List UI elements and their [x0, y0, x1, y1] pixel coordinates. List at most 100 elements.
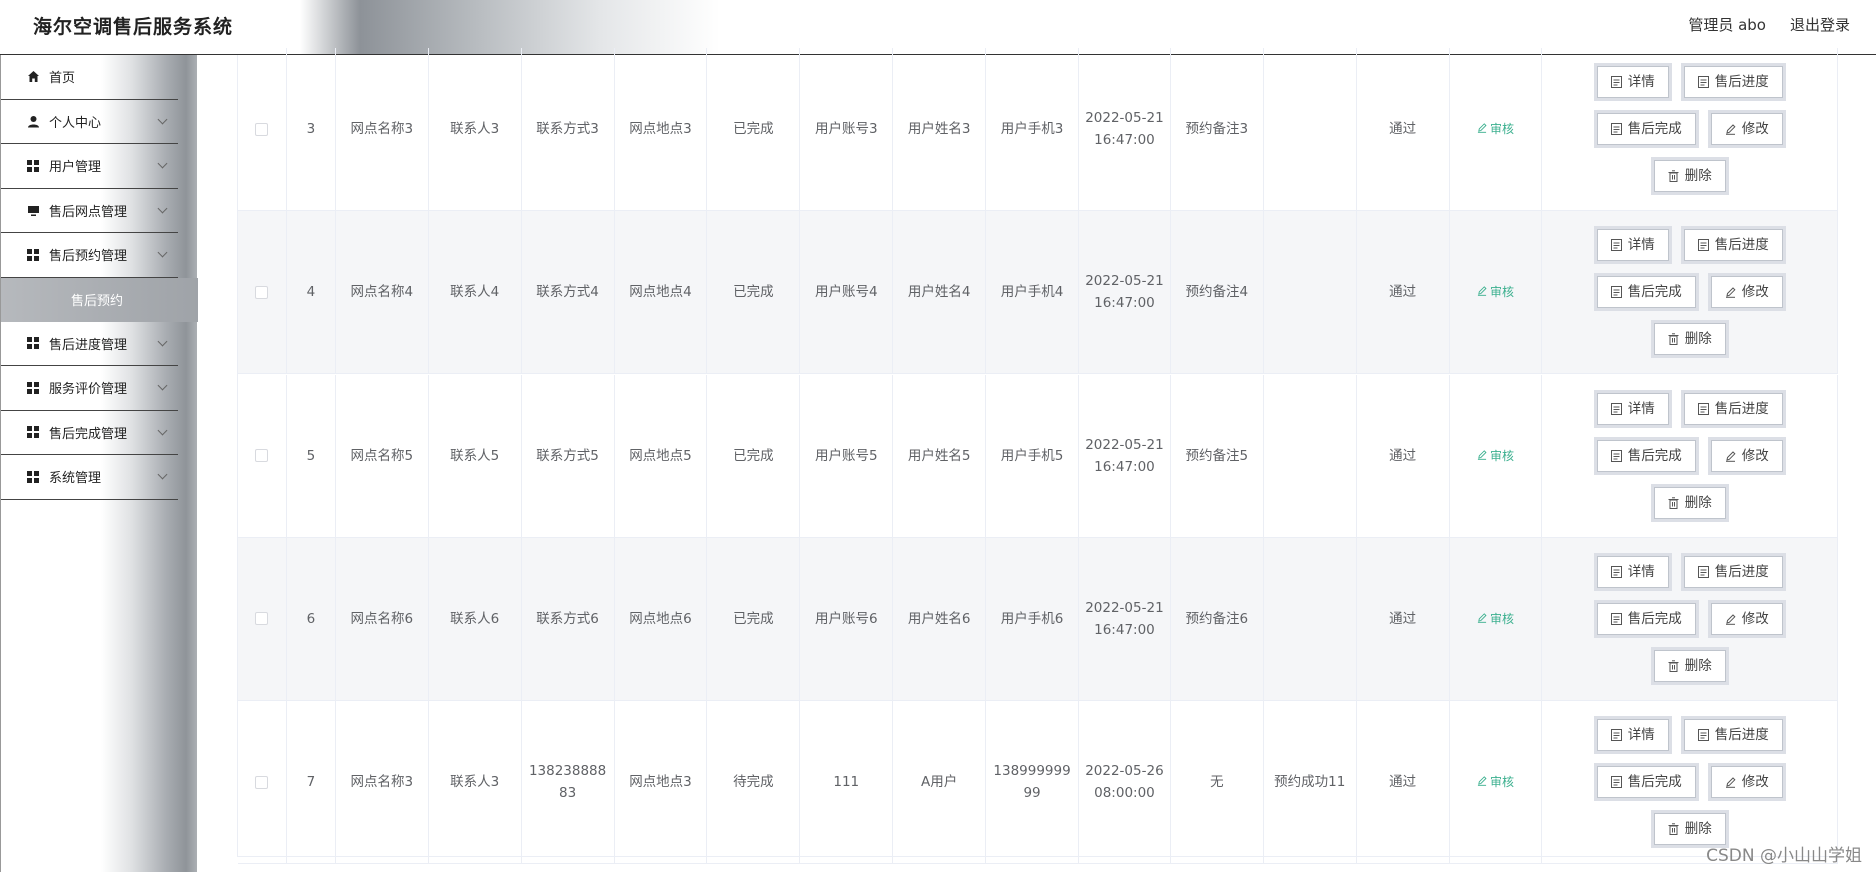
cell-text: 预约备注5 — [1185, 447, 1249, 464]
sidebar-item-completion-management[interactable]: 售后完成管理 — [1, 411, 178, 455]
cell-text: 联系人6 — [450, 610, 500, 627]
cell-outlet-location: 网点地点4 — [615, 211, 708, 374]
edit-button[interactable]: 修改 — [1707, 763, 1786, 802]
delete-button[interactable]: 删除 — [1650, 320, 1729, 359]
sidebar-item-home[interactable]: 首页 — [1, 55, 178, 100]
cell-user-account: 用户账号4 — [800, 211, 894, 374]
complete-button[interactable]: 售后完成 — [1593, 273, 1699, 312]
grid-icon — [26, 336, 40, 350]
complete-button[interactable]: 售后完成 — [1593, 763, 1699, 802]
button-label: 售后完成 — [1627, 284, 1682, 301]
cell-text: 用户手机5 — [1000, 447, 1064, 464]
sidebar-item-appointment-management[interactable]: 售后预约管理 — [1, 233, 178, 278]
review-link[interactable]: 审核 — [1477, 281, 1514, 303]
edit-button[interactable]: 修改 — [1707, 436, 1786, 475]
complete-button[interactable]: 售后完成 — [1593, 599, 1699, 638]
progress-button[interactable]: 售后进度 — [1680, 226, 1786, 265]
progress-button[interactable]: 售后进度 — [1680, 63, 1786, 101]
table-row: 5 网点名称5 联系人5 联系方式5 网点地点5 已完成 用户账号5 用户姓名5 用户手机5 20… — [238, 374, 1839, 538]
review-link[interactable]: 审核 — [1477, 608, 1514, 630]
cell-appointment-time: 2022-05-21 16:47:00 — [1079, 211, 1171, 374]
detail-button[interactable]: 详情 — [1593, 63, 1672, 101]
document-icon — [1610, 612, 1622, 625]
app-title: 海尔空调售后服务系统 — [33, 16, 234, 38]
cell-text: 2022-05-21 16:47:00 — [1085, 273, 1164, 312]
detail-button[interactable]: 详情 — [1593, 552, 1672, 591]
chevron-down-icon — [157, 114, 168, 124]
edit-button[interactable]: 修改 — [1707, 110, 1786, 148]
progress-button[interactable]: 售后进度 — [1680, 389, 1786, 428]
sidebar-item-system-management[interactable]: 系统管理 — [1, 455, 178, 500]
actions-line: 售后完成 修改 — [1593, 273, 1786, 312]
row-checkbox[interactable] — [255, 612, 269, 626]
button-label: 修改 — [1741, 610, 1769, 627]
cell-contact-info: 联系方式6 — [522, 537, 615, 700]
edit-button[interactable]: 修改 — [1707, 599, 1786, 638]
cell-index: 6 — [287, 537, 336, 700]
home-icon — [26, 70, 40, 84]
row-checkbox[interactable] — [255, 285, 269, 299]
cell-text: 2022-05-21 16:47:00 — [1085, 436, 1164, 475]
review-link[interactable]: 审核 — [1477, 118, 1514, 140]
chevron-down-icon — [157, 469, 168, 480]
cell-text: 2022-05-21 16:47:00 — [1085, 110, 1164, 148]
detail-button[interactable]: 详情 — [1593, 389, 1672, 428]
actions-line: 售后完成 修改 — [1593, 436, 1786, 475]
cell-text: 用户手机4 — [1000, 284, 1064, 301]
cell-select — [238, 374, 287, 537]
delete-button[interactable]: 删除 — [1650, 157, 1729, 195]
delete-button[interactable]: 删除 — [1650, 646, 1729, 685]
cell-review: 审核 — [1450, 537, 1543, 700]
user-icon — [26, 114, 40, 128]
delete-button[interactable]: 删除 — [1650, 483, 1729, 522]
progress-button[interactable]: 售后进度 — [1680, 552, 1786, 591]
cell-text: 用户账号5 — [814, 447, 878, 464]
cell-text: 预约备注3 — [1185, 121, 1249, 137]
sidebar-item-user-management[interactable]: 用户管理 — [1, 144, 178, 189]
row-actions: 详情 售后进度售后完成 修改删除 — [1593, 552, 1786, 685]
row-checkbox[interactable] — [255, 775, 269, 789]
button-label: 修改 — [1741, 121, 1769, 137]
document-icon — [1610, 729, 1622, 742]
cell-text: 网点名称3 — [350, 774, 414, 791]
sidebar-item-label: 售后网点管理 — [49, 204, 128, 220]
sidebar-item-progress-management[interactable]: 售后进度管理 — [1, 322, 178, 366]
review-link[interactable]: 审核 — [1477, 771, 1514, 793]
cell-status: 待完成 — [707, 701, 801, 864]
document-icon — [1610, 76, 1622, 88]
progress-button[interactable]: 售后进度 — [1680, 716, 1786, 755]
detail-button[interactable]: 详情 — [1593, 226, 1672, 265]
sidebar-item-label: 用户管理 — [49, 160, 102, 176]
detail-button[interactable]: 详情 — [1593, 716, 1672, 755]
row-checkbox[interactable] — [255, 122, 269, 136]
sidebar-item-personal-center[interactable]: 个人中心 — [1, 100, 178, 144]
edit-button[interactable]: 修改 — [1707, 273, 1786, 312]
cell-outlet-name: 网点名称3 — [336, 48, 429, 210]
sidebar-item-outlet-management[interactable]: 售后网点管理 — [1, 189, 178, 233]
review-label: 审核 — [1490, 285, 1515, 300]
document-icon — [1610, 123, 1622, 135]
logout-link[interactable]: 退出登录 — [1790, 14, 1850, 35]
cell-text: 网点地点3 — [629, 121, 692, 137]
cell-operations: 详情 售后进度售后完成 修改删除 — [1542, 48, 1839, 210]
cell-text: 联系方式6 — [536, 610, 599, 627]
trash-icon — [1668, 170, 1679, 182]
edit-icon — [1725, 123, 1736, 135]
cell-text: 待完成 — [733, 774, 774, 791]
chevron-down-icon — [157, 203, 168, 213]
cell-audit-status: 通过 — [1357, 211, 1450, 374]
row-checkbox[interactable] — [255, 449, 269, 463]
complete-button[interactable]: 售后完成 — [1593, 436, 1699, 475]
cell-text: 网点地点5 — [629, 447, 692, 464]
cell-text: 联系方式3 — [536, 121, 599, 137]
document-icon — [1697, 76, 1709, 88]
button-label: 详情 — [1627, 74, 1655, 90]
complete-button[interactable]: 售后完成 — [1593, 110, 1699, 148]
cell-reply — [1264, 537, 1357, 700]
sidebar-item-evaluation-management[interactable]: 服务评价管理 — [1, 366, 178, 411]
cell-text: 联系人4 — [450, 284, 500, 301]
cell-text: 6 — [306, 610, 316, 627]
review-link[interactable]: 审核 — [1477, 445, 1514, 467]
table-row: 7 网点名称3 联系人3 13823888883 网点地点3 待完成 111 A用户 13899… — [238, 701, 1839, 865]
sidebar-subitem-appointment[interactable]: 售后预约 — [1, 277, 198, 322]
